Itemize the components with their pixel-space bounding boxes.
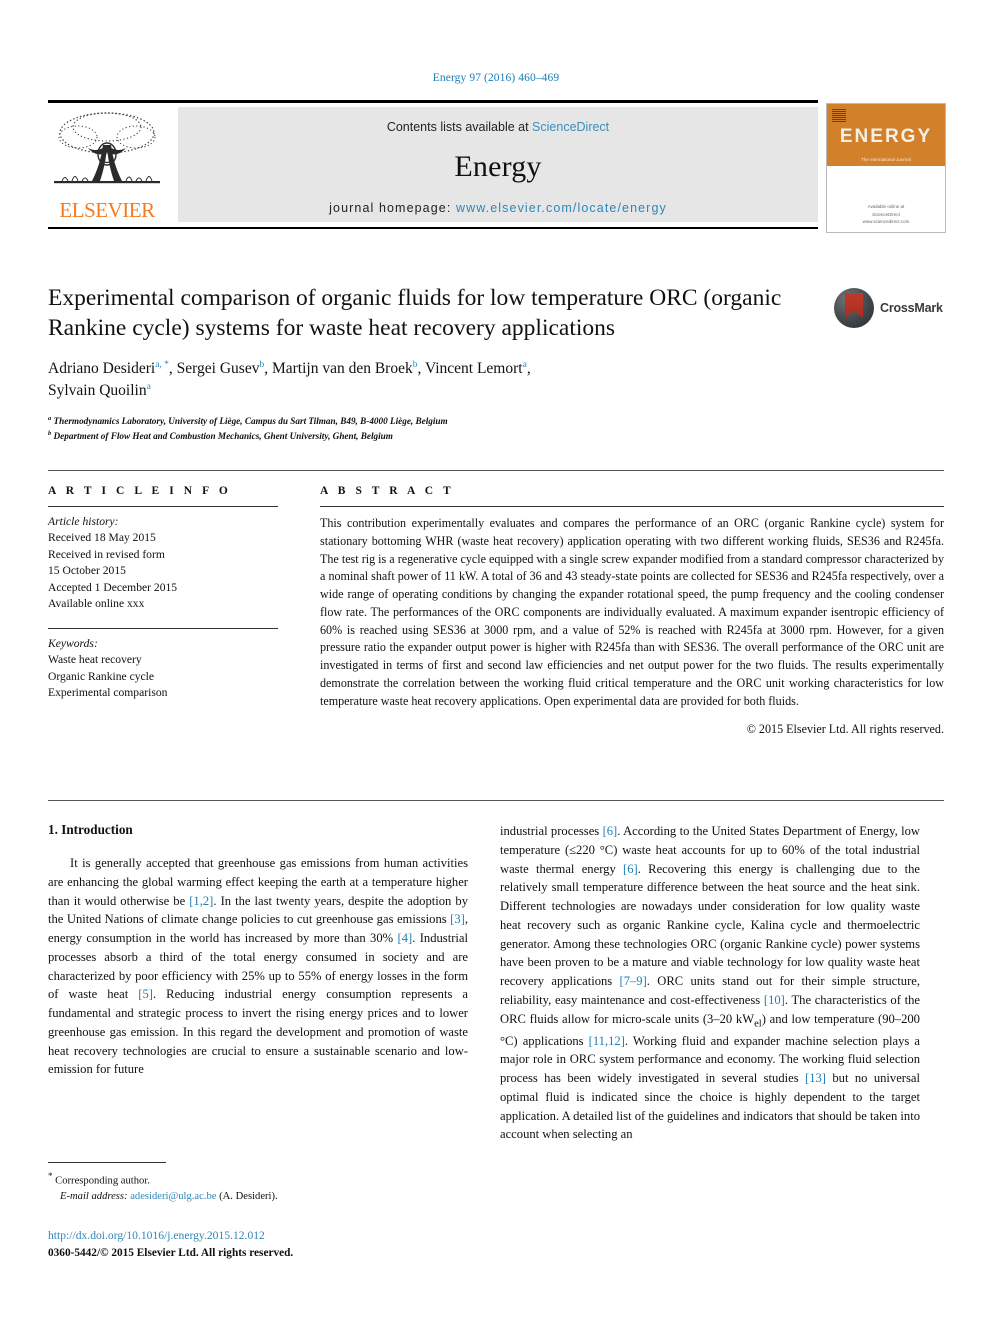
citation-ref[interactable]: [1,2]	[189, 894, 213, 908]
contents-available-line: Contents lists available at ScienceDirec…	[178, 107, 818, 134]
body-column-right: industrial processes [6]. According to t…	[500, 822, 920, 1144]
keyword-item: Waste heat recovery	[48, 653, 142, 667]
journal-homepage-line: journal homepage: www.elsevier.com/locat…	[178, 201, 818, 215]
cover-top-band: ENERGY The International Journal	[827, 104, 945, 166]
doi-block: http://dx.doi.org/10.1016/j.energy.2015.…	[48, 1228, 508, 1261]
body-paragraph: industrial processes [6]. According to t…	[500, 824, 920, 1142]
article-history-item: Received 18 May 2015	[48, 531, 156, 545]
abstract-rule	[320, 506, 944, 507]
article-info-rule	[48, 506, 278, 507]
crossmark-badge[interactable]: CrossMark	[834, 288, 944, 330]
email-link[interactable]: adesideri@ulg.ac.be	[130, 1191, 216, 1202]
abstract-column: A B S T R A C T This contribution experi…	[320, 485, 944, 737]
citation-ref[interactable]: [6]	[623, 862, 638, 876]
author-line-2: Sylvain Quoilina	[48, 381, 151, 399]
crossmark-icon	[834, 288, 874, 328]
footnote-rule	[48, 1162, 166, 1163]
elsevier-wordmark: ELSEVIER	[59, 198, 155, 222]
journal-cover-thumbnail: ENERGY The International Journal Availab…	[826, 103, 946, 233]
abstract-heading: A B S T R A C T	[320, 485, 455, 497]
cover-journal-title: ENERGY	[839, 126, 933, 147]
article-history-item: Accepted 1 December 2015	[48, 580, 178, 594]
paper-page: Energy 97 (2016) 460–469 ELSEVIER Conten…	[0, 0, 992, 1323]
citation-ref[interactable]: [13]	[805, 1071, 826, 1085]
corresponding-author-text: Corresponding author.	[55, 1175, 150, 1187]
keywords-label: Keywords:	[48, 636, 98, 650]
banner-center: Contents lists available at ScienceDirec…	[178, 107, 818, 222]
page-title: Experimental comparison of organic fluid…	[48, 285, 782, 341]
keywords-block: Keywords: Waste heat recovery Organic Ra…	[48, 636, 278, 702]
journal-banner: ELSEVIER Contents lists available at Sci…	[48, 100, 946, 233]
footnote-block: * Corresponding author. E-mail address: …	[48, 1162, 468, 1205]
contents-prefix: Contents lists available at	[386, 120, 533, 134]
info-section-bottom-rule	[48, 800, 944, 801]
citation-ref[interactable]: [10]	[764, 993, 785, 1007]
article-history-label: Article history:	[48, 515, 119, 528]
citation-ref[interactable]: [3]	[450, 912, 465, 926]
citation-ref[interactable]: [5]	[138, 987, 153, 1001]
crossmark-label: CrossMark	[880, 301, 943, 315]
elsevier-tree-icon	[54, 112, 160, 184]
affiliation-list: a Thermodynamics Laboratory, University …	[48, 414, 944, 444]
title-block: Experimental comparison of organic fluid…	[48, 284, 944, 444]
section-heading-introduction: 1. Introduction	[48, 822, 133, 837]
cover-publisher-mark-icon	[832, 108, 846, 122]
doi-link[interactable]: http://dx.doi.org/10.1016/j.energy.2015.…	[48, 1228, 508, 1245]
citation-ref[interactable]: [11,12]	[589, 1034, 625, 1048]
info-section-top-rule	[48, 470, 944, 471]
affiliation-item: b Department of Flow Heat and Combustion…	[48, 429, 393, 441]
corresponding-author-note: * Corresponding author.	[48, 1170, 468, 1189]
sciencedirect-link[interactable]: ScienceDirect	[532, 120, 609, 134]
cover-footer-text: Available online at ScienceDirect www.scie…	[862, 204, 910, 224]
citation-ref[interactable]: [4]	[398, 931, 413, 945]
email-note: E-mail address: adesideri@ulg.ac.be (A. …	[48, 1189, 468, 1205]
homepage-prefix: journal homepage:	[329, 201, 456, 215]
journal-homepage-link[interactable]: www.elsevier.com/locate/energy	[456, 201, 667, 215]
keyword-item: Organic Rankine cycle	[48, 669, 155, 683]
email-label: E-mail address:	[60, 1191, 128, 1203]
banner-bottom-rule	[48, 227, 818, 229]
article-info-column: A R T I C L E I N F O Article history: R…	[48, 485, 278, 702]
abstract-copyright: © 2015 Elsevier Ltd. All rights reserved…	[746, 722, 944, 737]
keywords-rule	[48, 627, 278, 629]
info-abstract-section: A R T I C L E I N F O Article history: R…	[48, 470, 944, 801]
body-paragraph: It is generally accepted that greenhouse…	[48, 856, 468, 1077]
issn-copyright-line: 0360-5442/© 2015 Elsevier Ltd. All right…	[48, 1246, 294, 1259]
corresponding-author-marker: *	[48, 1171, 53, 1181]
cover-journal-subtitle: The International Journal	[861, 157, 911, 162]
author-line-1: Adriano Desideria, *, Sergei Gusevb, Mar…	[48, 359, 531, 377]
elsevier-logo: ELSEVIER	[48, 107, 166, 223]
article-history-item: Received in revised form	[48, 547, 165, 561]
crossmark-bookmark-shape	[845, 293, 863, 318]
citation-ref[interactable]: [7–9]	[620, 974, 647, 988]
body-column-left: 1. Introduction It is generally accepted…	[48, 822, 468, 1079]
abstract-text: This contribution experimentally evaluat…	[320, 516, 944, 708]
article-history-item: Available online xxx	[48, 597, 145, 611]
affiliation-item: a Thermodynamics Laboratory, University …	[48, 414, 448, 426]
running-head: Energy 97 (2016) 460–469	[432, 72, 560, 84]
author-list: Adriano Desideria, *, Sergei Gusevb, Mar…	[48, 358, 838, 402]
email-owner: (A. Desideri).	[219, 1191, 278, 1203]
keyword-item: Experimental comparison	[48, 686, 168, 700]
citation-ref[interactable]: [6]	[603, 824, 618, 838]
journal-title: Energy	[454, 150, 542, 183]
article-history-item: 15 October 2015	[48, 564, 126, 578]
article-history-block: Article history: Received 18 May 2015 Re…	[48, 514, 278, 613]
cover-bottom-band: Available online at ScienceDirect www.scie…	[827, 166, 945, 231]
article-info-heading: A R T I C L E I N F O	[48, 485, 232, 497]
